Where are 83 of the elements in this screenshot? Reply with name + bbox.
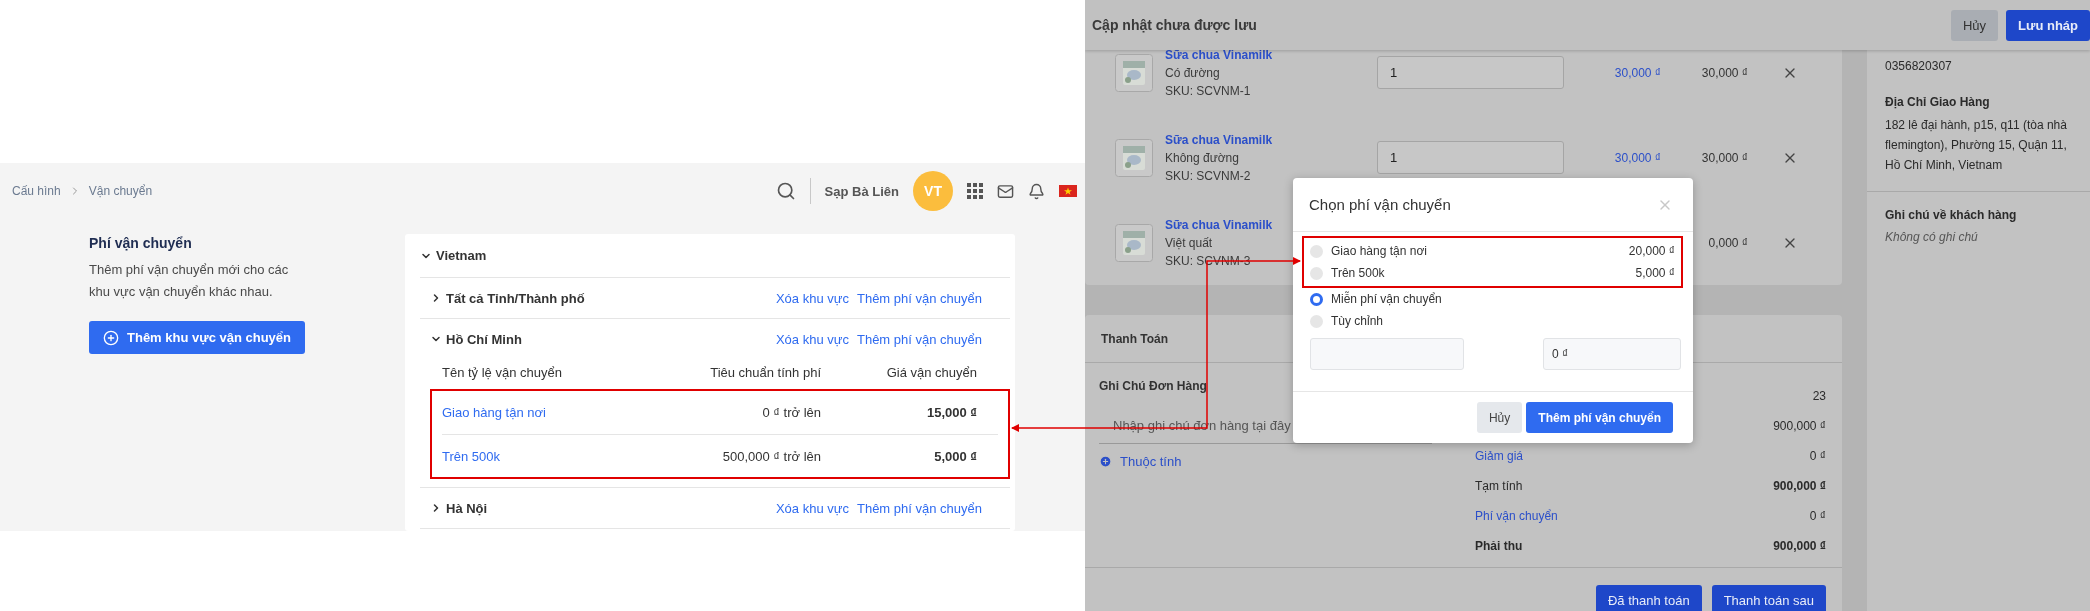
rate-name-link[interactable]: Giao hàng tận nơi xyxy=(442,405,641,420)
dialog-title: Chọn phí vận chuyển xyxy=(1309,196,1451,213)
line-total: 30,000 ₫ xyxy=(1700,65,1748,80)
line-total: 30,000 ₫ xyxy=(1700,150,1748,165)
quantity-field[interactable]: 1 xyxy=(1377,56,1564,89)
region-action-link[interactable]: Xóa khu vực xyxy=(775,331,849,347)
region-action-link[interactable]: Thêm phí vận chuyển xyxy=(856,331,982,347)
rate-name-link[interactable]: Trên 500k xyxy=(442,448,641,464)
custom-name-field[interactable] xyxy=(1310,338,1464,370)
section-title: Phí vận chuyển xyxy=(89,235,192,251)
unit-price-link[interactable]: 30,000 ₫ xyxy=(1576,65,1661,80)
product-sku: SKU: SCVNM-1 xyxy=(1165,83,1251,98)
cancel-button[interactable]: Hủy xyxy=(1476,402,1523,433)
custom-price-field[interactable]: 0 ₫ xyxy=(1543,338,1681,370)
breadcrumb-link[interactable]: Vận chuyển xyxy=(88,184,153,198)
apps-grid-icon[interactable] xyxy=(967,183,983,199)
shipping-address: 182 lê đại hành, p15, q11 (tòa nhà flemington), Phường 15, Quận 11, Hồ Chí Minh, Vietnam xyxy=(1885,117,2068,174)
region-name: Tất cả Tỉnh/Thành phố xyxy=(446,290,585,306)
shipping-option[interactable]: Giao hàng tận nơi 20,000 ₫ xyxy=(1310,240,1675,262)
product-name-link[interactable]: Sữa chua Vinamilk xyxy=(1165,132,1273,147)
product-sku: SKU: SCVNM-2 xyxy=(1165,168,1251,183)
region-action-link[interactable]: Xóa khu vực xyxy=(775,290,849,306)
summary-label: Phải thu xyxy=(1475,539,1523,553)
add-zone-button[interactable]: Thêm khu vực vận chuyển xyxy=(89,321,306,354)
customer-note: Không có ghi chú xyxy=(1885,230,1979,244)
summary-value: 0 ₫ xyxy=(1809,449,1826,463)
section-description: Thêm phí vận chuyển mới cho các khu vực vận chuyển khác nhau. xyxy=(89,261,290,301)
region-action-link[interactable]: Thêm phí vận chuyển xyxy=(856,500,982,516)
flag-icon[interactable] xyxy=(1059,185,1077,197)
save-draft-button[interactable]: Lưu nháp xyxy=(2006,9,2090,41)
radio-button[interactable] xyxy=(1310,314,1323,328)
radio-button[interactable] xyxy=(1310,292,1323,306)
customer-note-title: Ghi chú về khách hàng xyxy=(1885,208,2018,222)
order-note-label: Ghi Chú Đơn Hàng xyxy=(1099,378,1207,395)
address-title: Địa Chỉ Giao Hàng xyxy=(1885,95,1991,109)
paid-button[interactable]: Đã thanh toán xyxy=(1595,585,1702,611)
bell-icon[interactable] xyxy=(1028,182,1045,200)
product-variant: Việt quất xyxy=(1165,235,1213,250)
region-action-link[interactable]: Thêm phí vận chuyển xyxy=(856,290,982,306)
radio-button[interactable] xyxy=(1310,266,1323,280)
customer-phone: 0356820307 xyxy=(1885,59,1953,73)
column-header: Giá vận chuyển xyxy=(885,364,977,380)
region-action-link[interactable]: Xóa khu vực xyxy=(775,500,849,516)
summary-value: 900,000 ₫ xyxy=(1773,419,1826,433)
shipping-option[interactable]: Miễn phí vận chuyển xyxy=(1310,288,1675,310)
attributes-link[interactable]: Thuộc tính xyxy=(1099,454,1182,469)
product-variant: Không đường xyxy=(1165,150,1239,165)
radio-button[interactable] xyxy=(1310,244,1323,258)
shipping-option[interactable]: Trên 500k 5,000 ₫ xyxy=(1310,262,1675,284)
line-total: 0,000 ₫ xyxy=(1707,235,1748,250)
payment-title: Thanh Toán xyxy=(1101,331,1169,346)
summary-value: 900,000 ₫ xyxy=(1773,539,1826,553)
plus-circle-icon xyxy=(1099,455,1112,468)
summary-value: 0 ₫ xyxy=(1809,509,1826,523)
plus-circle-icon xyxy=(103,329,119,346)
mail-icon[interactable] xyxy=(997,182,1014,200)
region-name: Hồ Chí Minh xyxy=(446,331,522,347)
quantity-field[interactable]: 1 xyxy=(1377,141,1564,174)
summary-link[interactable]: Phí vận chuyển xyxy=(1475,509,1558,523)
summary-value: 23 xyxy=(1812,389,1826,403)
rate-price: 15,000 ₫ xyxy=(925,405,977,420)
user-name: Sạp Bà Liên xyxy=(824,183,899,199)
rate-condition: 500,000 ₫ trở lên xyxy=(721,448,821,464)
shipping-option[interactable]: Tùy chỉnh xyxy=(1310,310,1675,332)
product-name-link[interactable]: Sữa chua Vinamilk xyxy=(1165,217,1273,232)
add-fee-button[interactable]: Thêm phí vận chuyển xyxy=(1526,402,1673,433)
product-name-link[interactable]: Sữa chua Vinamilk xyxy=(1165,47,1273,62)
unit-price-link[interactable]: 30,000 ₫ xyxy=(1576,150,1661,165)
country-name: Vietnam xyxy=(436,248,487,263)
rate-price: 5,000 ₫ xyxy=(933,448,977,464)
column-header: Tên tỷ lệ vận chuyển xyxy=(442,364,563,380)
cancel-button[interactable]: Hủy xyxy=(1950,9,1999,41)
summary-value: 900,000 ₫ xyxy=(1773,479,1826,493)
column-header: Tiêu chuẩn tính phí xyxy=(709,364,821,380)
region-name: Hà Nội xyxy=(446,500,488,516)
rate-condition: 0 ₫ trở lên xyxy=(761,405,821,420)
product-variant: Có đường xyxy=(1165,65,1220,80)
search-icon[interactable] xyxy=(775,181,796,201)
summary-link[interactable]: Giảm giá xyxy=(1475,449,1524,463)
summary-label: Tạm tính xyxy=(1475,479,1523,493)
page-title: Cập nhật chưa được lưu xyxy=(1092,17,1257,33)
breadcrumb-link[interactable]: Cấu hình xyxy=(12,184,61,198)
pay-later-button[interactable]: Thanh toán sau xyxy=(1711,585,1826,611)
